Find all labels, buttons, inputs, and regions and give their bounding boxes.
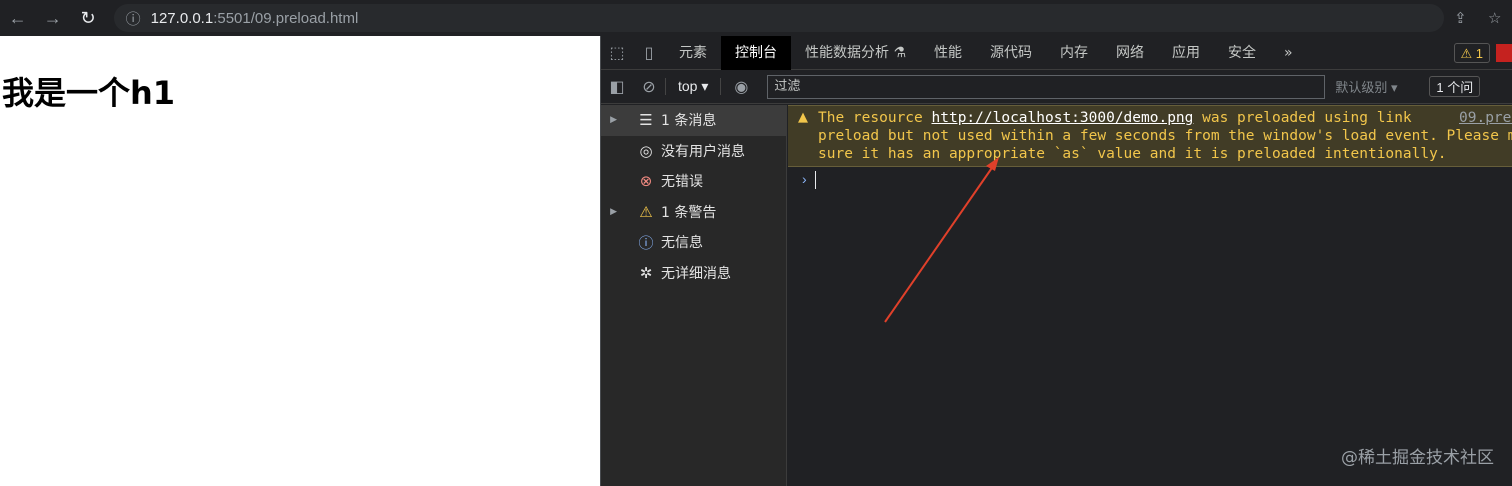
annotation-arrow — [884, 157, 999, 323]
